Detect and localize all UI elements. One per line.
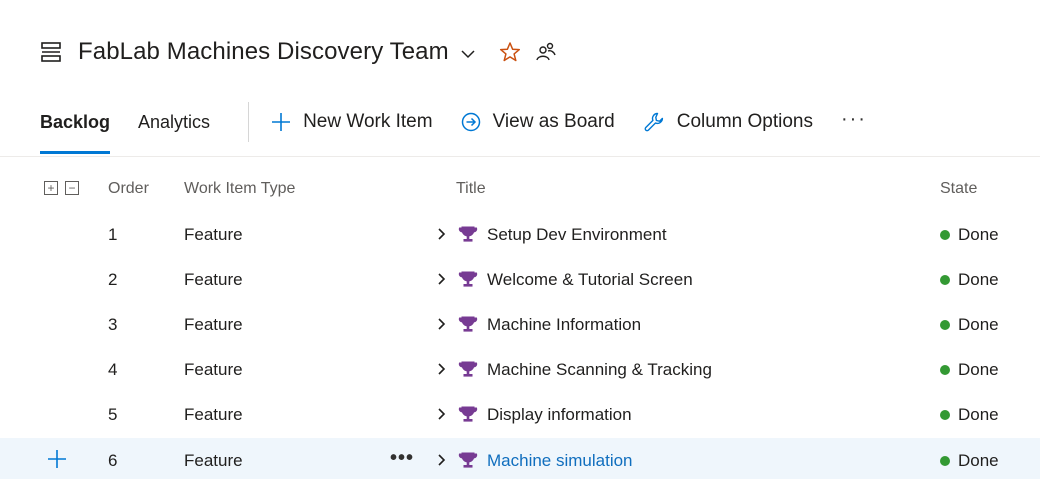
row-type: Feature bbox=[184, 225, 243, 244]
view-as-board-label: View as Board bbox=[492, 111, 615, 132]
column-header-order[interactable]: Order bbox=[108, 180, 149, 198]
table-row[interactable]: 4 Feature Machine Scanning & Tracking Do… bbox=[0, 347, 1040, 392]
state-dot bbox=[940, 365, 950, 375]
row-state-label: Done bbox=[958, 360, 999, 379]
column-header-title[interactable]: Title bbox=[456, 180, 486, 198]
row-title[interactable]: Welcome & Tutorial Screen bbox=[487, 270, 693, 290]
state-dot bbox=[940, 230, 950, 240]
row-type: Feature bbox=[184, 270, 243, 289]
chevron-right-icon[interactable] bbox=[436, 407, 448, 421]
toolbar-divider bbox=[248, 102, 250, 142]
add-child-icon[interactable] bbox=[46, 448, 68, 470]
row-state-label: Done bbox=[958, 451, 999, 470]
expand-all-button[interactable]: + bbox=[44, 181, 58, 195]
row-type: Feature bbox=[184, 315, 243, 334]
tab-analytics[interactable]: Analytics bbox=[138, 100, 210, 144]
row-title[interactable]: Machine Information bbox=[487, 315, 641, 335]
row-state-label: Done bbox=[958, 315, 999, 334]
tab-backlog[interactable]: Backlog bbox=[40, 100, 111, 154]
arrow-circle-right-icon bbox=[461, 112, 480, 132]
plus-icon bbox=[272, 113, 291, 131]
row-title[interactable]: Setup Dev Environment bbox=[487, 225, 667, 245]
column-header-type[interactable]: Work Item Type bbox=[184, 180, 295, 198]
trophy-icon bbox=[458, 452, 478, 468]
new-work-item-label: New Work Item bbox=[303, 111, 433, 132]
star-icon[interactable] bbox=[499, 41, 521, 63]
row-title[interactable]: Machine Scanning & Tracking bbox=[487, 360, 712, 380]
chevron-down-icon[interactable] bbox=[459, 45, 477, 63]
row-order: 3 bbox=[108, 315, 118, 334]
trophy-icon bbox=[458, 271, 478, 287]
table-row[interactable]: 3 Feature Machine Information Done bbox=[0, 302, 1040, 347]
chevron-right-icon[interactable] bbox=[436, 362, 448, 376]
column-options-button[interactable]: Column Options bbox=[643, 111, 813, 133]
row-state: Done bbox=[940, 270, 999, 290]
collapse-all-button[interactable]: − bbox=[65, 181, 79, 195]
table-row[interactable]: 1 Feature Setup Dev Environment Done bbox=[0, 212, 1040, 257]
row-state-label: Done bbox=[958, 405, 999, 424]
new-work-item-button[interactable]: New Work Item bbox=[271, 111, 433, 133]
column-options-label: Column Options bbox=[676, 111, 813, 132]
toolbar-separator bbox=[0, 156, 1040, 157]
backlog-icon bbox=[41, 42, 61, 62]
state-dot bbox=[940, 410, 950, 420]
more-actions-button[interactable]: ··· bbox=[841, 108, 867, 131]
table-row-selected[interactable]: 6 Feature ••• Machine simulation Done bbox=[0, 438, 1040, 479]
row-title-link[interactable]: Machine simulation bbox=[487, 451, 633, 471]
backlog-toolbar: Backlog Analytics New Work Item View as … bbox=[40, 100, 1000, 154]
row-more-button[interactable]: ••• bbox=[390, 447, 414, 470]
row-state: Done bbox=[940, 225, 999, 245]
team-members-icon[interactable] bbox=[535, 41, 557, 63]
row-state: Done bbox=[940, 451, 999, 471]
row-state-label: Done bbox=[958, 270, 999, 289]
state-dot bbox=[940, 275, 950, 285]
row-order: 1 bbox=[108, 225, 118, 244]
row-type: Feature bbox=[184, 405, 243, 424]
row-type: Feature bbox=[184, 451, 243, 470]
chevron-right-icon[interactable] bbox=[436, 272, 448, 286]
table-row[interactable]: 5 Feature Display information Done bbox=[0, 392, 1040, 437]
wrench-icon bbox=[644, 112, 663, 132]
team-header: FabLab Machines Discovery Team bbox=[40, 34, 557, 70]
row-order: 4 bbox=[108, 360, 118, 379]
team-title[interactable]: FabLab Machines Discovery Team bbox=[78, 38, 449, 66]
trophy-icon bbox=[458, 226, 478, 242]
row-type: Feature bbox=[184, 360, 243, 379]
row-order: 2 bbox=[108, 270, 118, 289]
trophy-icon bbox=[458, 316, 478, 332]
row-order: 6 bbox=[108, 451, 118, 470]
state-dot bbox=[940, 320, 950, 330]
row-state-label: Done bbox=[958, 225, 999, 244]
grid-header: + − Order Work Item Type Title State bbox=[0, 172, 1040, 208]
table-row[interactable]: 2 Feature Welcome & Tutorial Screen Done bbox=[0, 257, 1040, 302]
chevron-right-icon[interactable] bbox=[436, 453, 448, 467]
trophy-icon bbox=[458, 361, 478, 377]
row-title[interactable]: Display information bbox=[487, 405, 632, 425]
chevron-right-icon[interactable] bbox=[436, 227, 448, 241]
row-state: Done bbox=[940, 315, 999, 335]
view-as-board-button[interactable]: View as Board bbox=[461, 111, 615, 133]
chevron-right-icon[interactable] bbox=[436, 317, 448, 331]
row-state: Done bbox=[940, 360, 999, 380]
row-order: 5 bbox=[108, 405, 118, 424]
state-dot bbox=[940, 456, 950, 466]
row-state: Done bbox=[940, 405, 999, 425]
trophy-icon bbox=[458, 406, 478, 422]
column-header-state[interactable]: State bbox=[940, 180, 977, 198]
